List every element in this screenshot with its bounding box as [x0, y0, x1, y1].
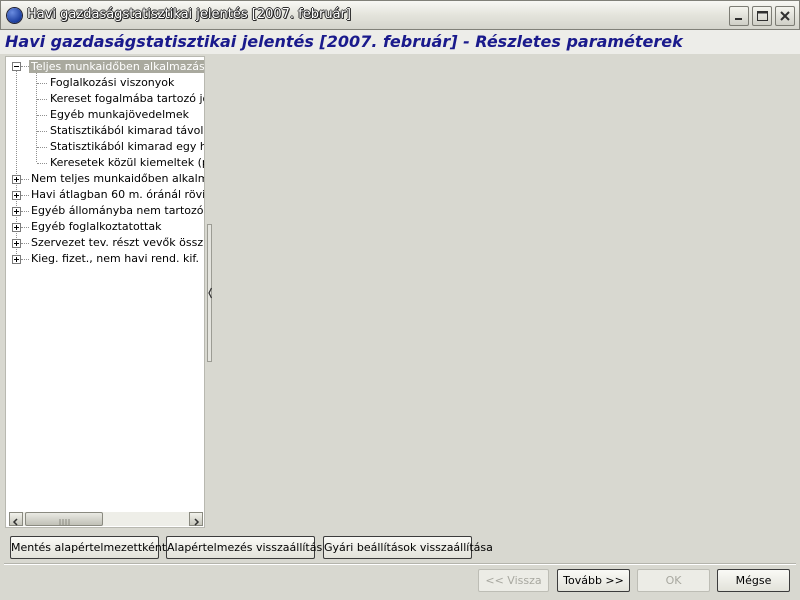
tree-child-3[interactable]: Statisztikából kimarad távollét es: [50, 123, 204, 139]
scroll-left-button[interactable]: [9, 512, 23, 526]
window-title: Havi gazdaságstatisztikai jelentés [2007…: [27, 7, 351, 22]
tree-item-2[interactable]: Havi átlagban 60 m. óránál rövidebb: [31, 187, 205, 203]
tree-child-4[interactable]: Statisztikából kimarad egy hónap: [50, 139, 204, 155]
title-bar[interactable]: Havi gazdaságstatisztikai jelentés [2007…: [0, 0, 800, 30]
page-title: Havi gazdaságstatisztikai jelentés [2007…: [5, 32, 683, 51]
tree-child-2[interactable]: Egyéb munkajövedelmek: [50, 107, 189, 123]
dialog-window: Havi gazdaságstatisztikai jelentés [2007…: [0, 0, 800, 600]
chevron-left-icon: [12, 518, 18, 526]
close-button[interactable]: [775, 6, 795, 26]
close-icon: [780, 11, 790, 21]
scroll-thumb[interactable]: [25, 512, 103, 526]
factory-reset-button[interactable]: Gyári beállítások visszaállítása: [323, 536, 493, 559]
tree-child-label: Statisztikából kimarad egy hónap: [50, 140, 204, 153]
expand-icon[interactable]: [12, 191, 21, 200]
tree-child-label: Statisztikából kimarad távollét es: [50, 124, 204, 137]
tree-line: [21, 227, 29, 228]
tree-item-label: Havi átlagban 60 m. óránál rövidebb: [31, 188, 205, 201]
next-button[interactable]: Tovább >>: [557, 569, 630, 592]
expand-icon[interactable]: [12, 207, 21, 216]
restore-default-button[interactable]: Alapértelmezés visszaállítása: [166, 536, 329, 559]
tree-child-5[interactable]: Keresetek közül kiemeltek (prém: [50, 155, 204, 171]
tree-item-label: Teljes munkaidőben alkalmazásban á: [29, 60, 204, 73]
back-button[interactable]: << Vissza: [478, 569, 549, 592]
footer: << Vissza Tovább >> OK Mégse: [0, 565, 800, 600]
chevron-right-icon: [194, 518, 200, 526]
details-panel: [213, 56, 796, 528]
horizontal-scrollbar[interactable]: [9, 512, 203, 526]
tree-line: [37, 115, 47, 116]
tree-child-1[interactable]: Kereset fogalmába tartozó jöve: [50, 91, 204, 107]
splitter-grip[interactable]: [207, 224, 213, 362]
expand-icon[interactable]: [12, 239, 21, 248]
minimize-icon: [735, 18, 742, 20]
tree-item-1[interactable]: Nem teljes munkaidőben alkalmazásb: [31, 171, 204, 187]
tree-item-0[interactable]: Teljes munkaidőben alkalmazásban á: [29, 59, 204, 75]
expand-icon[interactable]: [12, 175, 21, 184]
tree-item-label: Kieg. fizet., nem havi rend. kif.: [31, 252, 200, 265]
header-bar: Havi gazdaságstatisztikai jelentés [2007…: [0, 30, 800, 54]
tree-line: [21, 179, 29, 180]
ok-button[interactable]: OK: [637, 569, 710, 592]
tree-item-5[interactable]: Szervezet tev. részt vevők össz.: [31, 235, 205, 251]
tree-item-label: Nem teljes munkaidőben alkalmazásb: [31, 172, 204, 185]
tree-line: [21, 243, 29, 244]
tree-line: [37, 131, 47, 132]
tree-child-label: Egyéb munkajövedelmek: [50, 108, 189, 121]
tree-child-label: Kereset fogalmába tartozó jöve: [50, 92, 204, 105]
save-default-button[interactable]: Mentés alapértelmezettként: [10, 536, 166, 559]
tree-item-label: Egyéb állományba nem tartozó dolgo: [31, 204, 204, 217]
tree-line: [21, 195, 29, 196]
tree-item-label: Egyéb foglalkoztatottak: [31, 220, 162, 233]
tree-line: [21, 259, 29, 260]
maximize-icon: [757, 11, 768, 21]
scroll-right-button[interactable]: [189, 512, 203, 526]
minimize-button[interactable]: [729, 6, 749, 26]
tree-line: [37, 147, 47, 148]
cancel-button[interactable]: Mégse: [717, 569, 790, 592]
tree-line: [37, 99, 47, 100]
tree-line: [21, 211, 29, 212]
tree-item-label: Szervezet tev. részt vevők össz.: [31, 236, 205, 249]
tree-line: [21, 66, 29, 67]
tree-child-label: Keresetek közül kiemeltek (prém: [50, 156, 204, 169]
tree-child-label: Foglalkozási viszonyok: [50, 76, 175, 89]
collapse-icon[interactable]: [12, 62, 21, 71]
tree-line: [37, 83, 47, 84]
panel-splitter[interactable]: [205, 56, 213, 528]
maximize-button[interactable]: [752, 6, 772, 26]
app-icon: [7, 8, 22, 23]
tree-item-6[interactable]: Kieg. fizet., nem havi rend. kif.: [31, 251, 199, 267]
tree-item-3[interactable]: Egyéb állományba nem tartozó dolgo: [31, 203, 204, 219]
tree-item-4[interactable]: Egyéb foglalkoztatottak: [31, 219, 161, 235]
tree-line: [37, 163, 47, 164]
grip-icon: [59, 519, 70, 525]
expand-icon[interactable]: [12, 223, 21, 232]
parameter-tree[interactable]: Teljes munkaidőben alkalmazásban á Fogla…: [5, 56, 205, 528]
tree-child-0[interactable]: Foglalkozási viszonyok: [50, 75, 174, 91]
expand-icon[interactable]: [12, 255, 21, 264]
